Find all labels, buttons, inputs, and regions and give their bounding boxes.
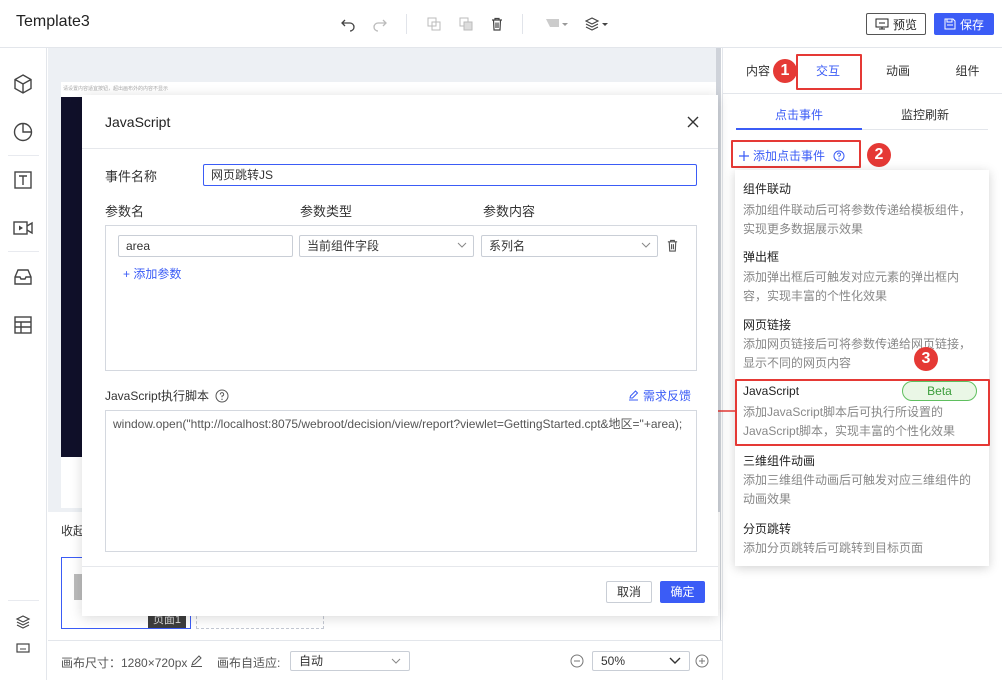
page-thumbnail-preview [74,574,82,600]
toolbar-divider [8,600,39,601]
preview-label: 预览 [892,17,917,32]
highlight-add-event [731,140,861,168]
tab-animation[interactable]: 动画 [863,48,933,94]
toolbar-divider [8,251,39,252]
toolbar-divider [8,155,39,156]
chevron-down-icon [641,242,651,248]
event-item-popup-title[interactable]: 弹出框 [743,248,779,265]
add-param-button[interactable]: + 添加参数 [123,265,181,282]
save-label: 保存 [959,17,984,32]
zoom-in-icon[interactable] [695,654,709,668]
monitor-icon [875,18,889,30]
event-name-input[interactable]: 网页跳转JS [203,164,697,186]
layers-icon[interactable] [12,611,34,633]
dialog-footer-divider [82,566,718,567]
script-label: JavaScript执行脚本 [105,387,229,404]
text-icon[interactable] [12,169,34,191]
event-item-weblink-desc: 添加网页链接后可将参数传递给网页链接，显示不同的网页内容 [743,337,972,370]
event-item-page-jump-desc: 添加分页跳转后可跳转到目标页面 [743,541,924,555]
param-type-header: 参数类型 [300,204,353,219]
tab-component[interactable]: 组件 [933,48,1002,94]
chevron-down-icon [669,657,681,664]
zoom-value: 50% [601,654,626,668]
event-item-weblink-title[interactable]: 网页链接 [743,316,791,333]
chevron-down-icon [457,242,467,248]
step-badge-1: 1 [773,59,797,83]
zoom-out-icon[interactable] [570,654,584,668]
param-type-select[interactable]: 当前组件字段 [299,235,474,257]
param-content-value: 系列名 [489,239,526,253]
script-editor[interactable]: window.open("http://localhost:8075/webro… [105,410,697,552]
param-name-header: 参数名 [105,204,145,219]
copy-icon[interactable] [424,14,444,34]
preview-button[interactable]: 预览 [866,13,926,35]
app-title: Template3 [16,13,90,30]
help-icon[interactable] [215,389,229,403]
table-icon[interactable] [12,314,34,336]
step-badge-2: 2 [867,143,891,167]
canvas-adapt-label: 画布自适应: [217,656,281,670]
layer-dropdown-icon[interactable] [584,14,610,34]
highlight-javascript-item [735,379,990,446]
redo-icon[interactable] [370,14,390,34]
zoom-select[interactable]: 50% [592,651,690,671]
toolbar-divider [406,14,407,34]
highlight-interaction-tab [796,54,862,90]
sub-tab-monitor-refresh[interactable]: 监控刷新 [862,106,988,130]
edit-size-icon[interactable] [190,654,203,667]
align-dropdown-icon[interactable] [544,14,570,34]
canvas-tip: 请设置内容适宜按钮，超出画布外的内容不显示 [63,86,169,92]
pie-chart-icon[interactable] [12,121,34,143]
save-icon [944,18,956,30]
event-item-3d-animation-desc: 添加三维组件动画后可触发对应三维组件的动画效果 [743,473,972,506]
canvas-size-text: 画布尺寸：1280×720px [61,656,188,670]
undo-icon[interactable] [338,14,358,34]
param-name-input[interactable]: area [118,235,293,257]
canvas-adapt-value: 自动 [299,654,324,668]
feedback-label: 需求反馈 [643,389,692,403]
video-icon[interactable] [12,217,34,239]
paste-icon[interactable] [456,14,476,34]
step-badge-3: 3 [914,347,938,371]
event-item-linkage-desc: 添加组件联动后可将参数传递给模板组件，实现更多数据展示效果 [743,203,972,236]
event-item-3d-animation-title[interactable]: 三维组件动画 [743,452,815,469]
sub-tab-click-event[interactable]: 点击事件 [736,106,862,130]
event-name-label: 事件名称 [105,169,158,184]
chevron-down-icon [391,658,401,664]
event-item-page-jump-title[interactable]: 分页跳转 [743,520,791,537]
save-button[interactable]: 保存 [934,13,994,35]
cancel-button[interactable]: 取消 [606,581,652,603]
param-content-header: 参数内容 [483,204,536,219]
close-icon[interactable] [685,114,701,130]
dialog-header [82,95,718,149]
event-item-linkage-title[interactable]: 组件联动 [743,180,791,197]
canvas-adapt-select[interactable]: 自动 [290,651,410,671]
script-label-text: JavaScript执行脚本 [105,389,210,403]
confirm-button[interactable]: 确定 [660,581,705,603]
toolbar-divider [522,14,523,34]
cube-icon[interactable] [12,73,34,95]
trash-icon[interactable] [487,14,507,34]
dialog-title: JavaScript [105,114,171,130]
delete-param-icon[interactable] [666,239,679,252]
event-item-popup-desc: 添加弹出框后可触发对应元素的弹出框内容，实现丰富的个性化效果 [743,270,960,303]
inbox-icon[interactable] [12,266,34,288]
feedback-link[interactable]: 需求反馈 [628,387,691,404]
keyboard-icon[interactable] [12,637,34,659]
param-content-select[interactable]: 系列名 [481,235,658,257]
param-type-value: 当前组件字段 [307,239,380,253]
edit-icon [629,390,639,401]
